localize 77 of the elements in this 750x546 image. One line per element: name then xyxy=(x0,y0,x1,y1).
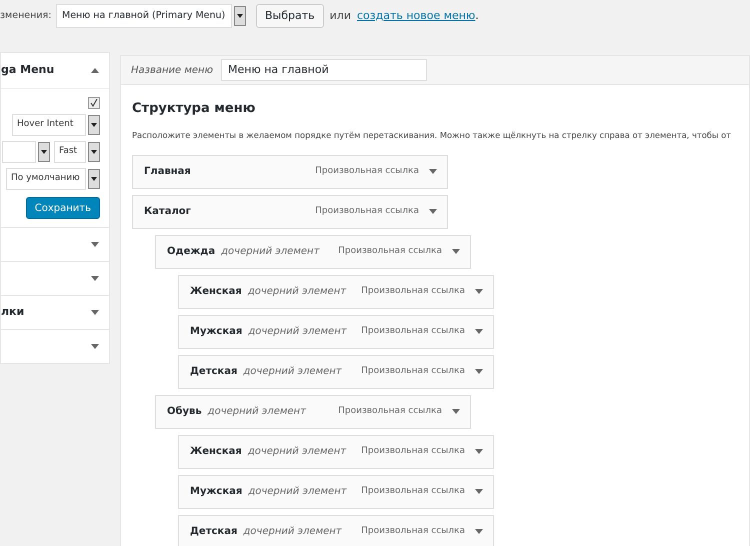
dropdown-arrow-button[interactable] xyxy=(38,142,50,162)
dropdown-arrow-button[interactable] xyxy=(234,6,246,26)
period-text: . xyxy=(475,8,479,24)
dropdown-arrow-button[interactable] xyxy=(88,115,100,135)
menu-item-title: Мужская xyxy=(190,485,242,500)
menu-item-subtitle: дочерний элемент xyxy=(221,245,320,260)
menu-item-subtitle: дочерний элемент xyxy=(243,525,342,540)
menu-item-title: Каталог xyxy=(144,205,191,220)
section-title: лки xyxy=(1,304,24,320)
menu-item-type: Произвольная ссылка xyxy=(315,165,419,178)
caret-down-icon xyxy=(475,329,483,334)
menu-item-type: Произвольная ссылка xyxy=(361,485,465,498)
menu-item[interactable]: Женская дочерний элемент Произвольная ссылка xyxy=(178,274,494,309)
menu-item-subtitle: дочерний элемент xyxy=(208,405,306,420)
menu-item-type: Произвольная ссылка xyxy=(361,365,465,378)
menu-item[interactable]: Одежда дочерний элемент Произвольная ссылка xyxy=(155,234,471,269)
or-text: или xyxy=(330,8,351,24)
menu-item-type: Произвольная ссылка xyxy=(361,285,465,298)
select-button[interactable]: Выбрать xyxy=(256,4,324,28)
menu-item-type: Произвольная ссылка xyxy=(338,405,442,418)
caret-down-icon xyxy=(429,209,437,214)
menu-item[interactable]: Мужская дочерний элемент Произвольная ссылка xyxy=(178,314,494,349)
menu-item[interactable]: Женская дочерний элемент Произвольная ссылка xyxy=(178,434,494,469)
menu-item[interactable]: Обувь дочерний элемент Произвольная ссылка xyxy=(155,394,471,429)
caret-down-icon xyxy=(237,14,243,18)
menu-item-subtitle: дочерний элемент xyxy=(248,285,346,300)
menu-item-title: Детская xyxy=(190,365,238,380)
menu-item-subtitle: дочерний элемент xyxy=(243,365,342,380)
caret-down-icon xyxy=(475,489,483,494)
menu-item-title: Детская xyxy=(190,525,238,540)
menu-name-field[interactable]: Меню на главной xyxy=(221,59,428,81)
menu-item-subtitle: дочерний элемент xyxy=(248,325,347,340)
menu-item-title: Обувь xyxy=(167,405,202,420)
menu-item[interactable]: Каталог Произвольная ссылка xyxy=(132,194,448,229)
create-menu-link[interactable]: создать новое меню xyxy=(356,8,476,24)
section-heading: Структура меню xyxy=(132,100,256,118)
menu-name-label: Название меню xyxy=(131,64,214,78)
menu-item[interactable]: Мужская дочерний элемент Произвольная ссылка xyxy=(178,474,494,509)
menu-item-type: Произвольная ссылка xyxy=(315,205,419,218)
menu-item-type: Произвольная ссылка xyxy=(361,525,465,538)
description-text: Расположите элементы в желаемом порядке путём перетаскивания. Можно также щёлкнуть на стрелку справа от элемента, чтобы от xyxy=(132,128,732,141)
caret-down-icon xyxy=(91,123,97,127)
menu-item[interactable]: Детская дочерний элемент Произвольная ссылка xyxy=(178,514,494,546)
dropdown-arrow-button[interactable] xyxy=(88,169,100,189)
accordion-section[interactable]: лки xyxy=(0,296,110,330)
caret-down-icon xyxy=(452,249,460,254)
caret-down-icon xyxy=(475,369,483,374)
caret-down-icon xyxy=(41,150,47,154)
menu-item-title: Мужская xyxy=(190,325,242,340)
menu-item-subtitle: дочерний элемент xyxy=(248,485,347,500)
menu-item-type: Произвольная ссылка xyxy=(338,245,442,258)
menu-item[interactable]: Детская дочерний элемент Произвольная ссылка xyxy=(178,354,494,389)
menu-item-title: Женская xyxy=(190,445,242,460)
menu-item[interactable]: Главная Произвольная ссылка xyxy=(132,154,448,189)
caret-down-icon xyxy=(91,177,97,181)
menu-item-title: Главная xyxy=(144,165,191,180)
menu-item-title: Женская xyxy=(190,285,242,300)
dropdown-arrow-button[interactable] xyxy=(88,142,100,162)
menu-item-subtitle: дочерний элемент xyxy=(248,445,346,460)
menu-item-type: Произвольная ссылка xyxy=(361,325,465,338)
select-field[interactable]: Fast xyxy=(54,141,86,163)
save-button[interactable]: Сохранить xyxy=(26,197,100,219)
caret-down-icon xyxy=(475,289,483,294)
caret-down-icon xyxy=(91,150,97,154)
select-label: зменения: xyxy=(0,8,50,23)
checkbox[interactable] xyxy=(88,97,100,109)
caret-down-icon xyxy=(475,529,483,534)
select-field[interactable] xyxy=(2,141,36,163)
select-field[interactable]: Hover Intent xyxy=(12,114,86,136)
menu-item-type: Произвольная ссылка xyxy=(361,445,465,458)
caret-down-icon xyxy=(452,409,460,414)
menu-item-title: Одежда xyxy=(167,245,216,260)
select-field[interactable]: По умолчанию xyxy=(6,168,86,190)
menu-select-field[interactable]: Меню на главной (Primary Menu) xyxy=(56,4,232,28)
caret-down-icon xyxy=(429,169,437,174)
caret-down-icon xyxy=(475,449,483,454)
panel-title: ga Menu xyxy=(1,62,54,78)
